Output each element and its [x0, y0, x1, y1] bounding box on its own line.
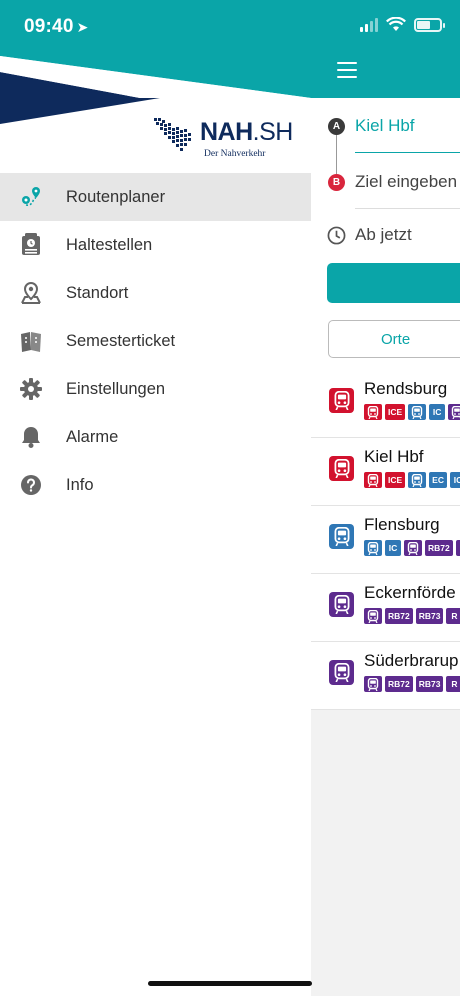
- train-icon: [408, 472, 427, 488]
- menu-label: Info: [66, 475, 94, 494]
- wifi-icon: [386, 17, 406, 31]
- station-name: Kiel Hbf: [364, 447, 424, 466]
- menu-item-standort[interactable]: Standort: [0, 269, 311, 317]
- menu-label: Semesterticket: [66, 331, 176, 350]
- destination-underline: [355, 208, 460, 209]
- origin-underline: [355, 152, 460, 153]
- menu-item-info[interactable]: Info: [0, 461, 311, 509]
- station-row[interactable]: Rendsburg ICE IC: [311, 370, 460, 438]
- train-icon: [364, 608, 382, 624]
- stop-sign-icon: [18, 232, 44, 258]
- train-icon: [364, 404, 382, 420]
- ticket-icon: [18, 328, 44, 354]
- line-badge: IC: [449, 472, 460, 488]
- line-badge: [455, 540, 460, 556]
- route-form: A B Kiel Hbf Ziel eingeben Ab jetzt Orte: [311, 98, 460, 370]
- station-list: Rendsburg ICE IC Kiel Hbf ICE EC IC Flensburg IC…: [311, 370, 460, 710]
- line-badge: RB73: [415, 608, 444, 624]
- train-icon: [364, 676, 382, 692]
- line-badge: IC: [429, 404, 446, 420]
- station-name: Flensburg: [364, 515, 440, 534]
- marker-connector: [336, 135, 337, 174]
- station-row[interactable]: Kiel Hbf ICE EC IC: [311, 438, 460, 506]
- route-planner-panel: A B Kiel Hbf Ziel eingeben Ab jetzt Orte…: [311, 0, 460, 996]
- train-icon: [364, 472, 382, 488]
- battery-icon: [414, 17, 445, 32]
- bell-icon: [18, 424, 44, 450]
- train-icon: [404, 540, 422, 556]
- destination-marker: B: [328, 174, 345, 191]
- home-indicator: [148, 981, 312, 986]
- menu-item-alarme[interactable]: Alarme: [0, 413, 311, 461]
- train-icon: [448, 404, 460, 420]
- logo-subtitle: Der Nahverkehr: [204, 149, 266, 159]
- line-badges: IC RB72: [364, 540, 460, 556]
- drawer-menu: Routenplaner Haltestellen Standort Semes…: [0, 173, 311, 509]
- line-badge: RB72: [425, 540, 453, 556]
- logo-map-icon: [154, 118, 191, 151]
- status-time: 09:40 ➤: [24, 16, 89, 37]
- station-name: Eckernförde: [364, 583, 456, 602]
- train-station-icon: [329, 456, 354, 481]
- menu-item-semesterticket[interactable]: Semesterticket: [0, 317, 311, 365]
- location-arrow-icon: ➤: [76, 19, 89, 35]
- menu-label: Routenplaner: [66, 187, 166, 206]
- menu-label: Standort: [66, 283, 129, 302]
- nah-sh-logo: NAH.SH Der Nahverkehr: [152, 116, 293, 159]
- line-badges: RB72 RB73 R: [364, 608, 460, 624]
- tab-orte[interactable]: Orte: [328, 320, 460, 358]
- logo-wordmark: NAH.SH: [200, 118, 293, 146]
- line-badge: IC: [385, 540, 401, 556]
- departure-time-field[interactable]: Ab jetzt: [355, 225, 412, 245]
- station-row[interactable]: Flensburg IC RB72: [311, 506, 460, 574]
- line-badges: ICE EC IC: [364, 472, 460, 488]
- status-icons: [360, 17, 445, 32]
- line-badges: ICE IC: [364, 404, 460, 420]
- menu-item-einstellungen[interactable]: Einstellungen: [0, 365, 311, 413]
- origin-input[interactable]: Kiel Hbf: [355, 116, 415, 136]
- search-button[interactable]: [327, 263, 460, 303]
- route-icon: [18, 184, 44, 210]
- station-name: Rendsburg: [364, 379, 448, 398]
- question-icon: [18, 472, 44, 498]
- gear-icon: [18, 376, 44, 402]
- line-badge: RB72: [385, 608, 413, 624]
- line-badge: EC: [429, 472, 447, 488]
- clock-icon: [327, 226, 346, 245]
- menu-item-routenplaner[interactable]: Routenplaner: [0, 173, 311, 221]
- station-name: Süderbrarup: [364, 651, 459, 670]
- menu-label: Einstellungen: [66, 379, 166, 398]
- hamburger-menu-icon[interactable]: [337, 62, 357, 83]
- line-badge: ICE: [385, 472, 406, 488]
- line-badge: R: [446, 676, 460, 692]
- line-badge: R: [446, 608, 460, 624]
- station-row[interactable]: Eckernförde RB72 RB73 R: [311, 574, 460, 642]
- origin-marker: A: [328, 118, 345, 135]
- tab-label: Orte: [381, 331, 411, 348]
- map-pin-icon: [18, 280, 44, 306]
- cellular-signal-icon: [360, 17, 378, 32]
- train-icon: [364, 540, 382, 556]
- navigation-drawer: NAH.SH Der Nahverkehr Routenplaner Halte…: [0, 0, 311, 996]
- line-badge: RB72: [385, 676, 413, 692]
- menu-item-haltestellen[interactable]: Haltestellen: [0, 221, 311, 269]
- train-station-icon: [329, 388, 354, 413]
- line-badge: ICE: [385, 404, 406, 420]
- menu-label: Alarme: [66, 427, 119, 446]
- menu-label: Haltestellen: [66, 235, 153, 254]
- destination-input[interactable]: Ziel eingeben: [355, 172, 457, 192]
- status-bar: 09:40 ➤: [0, 0, 460, 56]
- train-station-icon: [329, 592, 354, 617]
- train-station-icon: [329, 524, 354, 549]
- line-badges: RB72 RB73 R: [364, 676, 460, 692]
- line-badge: RB73: [415, 676, 444, 692]
- train-station-icon: [329, 660, 354, 685]
- train-icon: [408, 404, 427, 420]
- station-row[interactable]: Süderbrarup RB72 RB73 R: [311, 642, 460, 710]
